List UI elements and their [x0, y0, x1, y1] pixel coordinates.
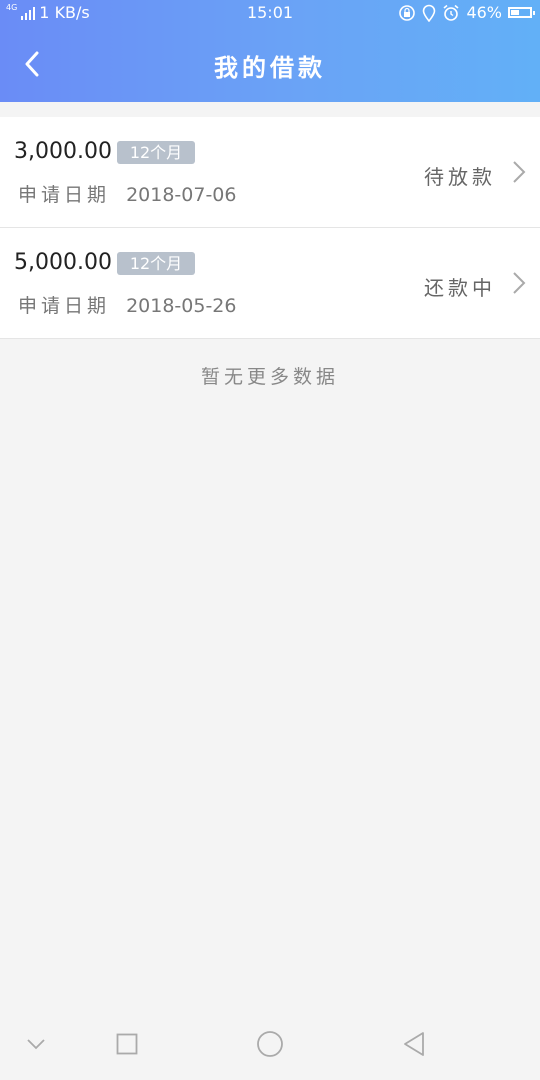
loan-status: 还款中: [424, 276, 496, 300]
app-header: 4G 1 KB/s 15:01 46% 我的借款: [0, 0, 540, 102]
battery-percent: 46%: [466, 3, 502, 22]
loan-status: 待放款: [424, 165, 496, 189]
location-icon: [423, 4, 436, 22]
nav-home-button[interactable]: [254, 1028, 286, 1060]
square-icon: [116, 1033, 138, 1055]
apply-date-row: 申请日期 2018-07-06: [18, 180, 236, 207]
chevron-right-icon: [513, 272, 526, 294]
apply-date-label: 申请日期: [18, 295, 111, 317]
term-badge: 12个月: [117, 252, 195, 275]
term-badge: 12个月: [117, 141, 195, 164]
status-right: 46%: [398, 3, 535, 22]
apply-date-label: 申请日期: [18, 184, 111, 206]
battery-icon: [508, 7, 535, 18]
loan-amount: 3,000.00: [14, 139, 112, 164]
nav-collapse-button[interactable]: [20, 1028, 52, 1060]
alarm-icon: [443, 4, 459, 21]
loan-item[interactable]: 5,000.00 12个月 申请日期 2018-05-26 还款中: [0, 228, 540, 339]
triangle-back-icon: [404, 1032, 424, 1056]
lock-rotate-icon: [399, 4, 416, 21]
chevron-down-icon: [27, 1039, 45, 1050]
nav-back-button[interactable]: [398, 1028, 430, 1060]
loan-list: 3,000.00 12个月 申请日期 2018-07-06 待放款 5,000.…: [0, 117, 540, 339]
page-title: 我的借款: [214, 54, 326, 82]
no-more-data-text: 暂无更多数据: [200, 366, 339, 388]
loan-item[interactable]: 3,000.00 12个月 申请日期 2018-07-06 待放款: [0, 117, 540, 228]
chevron-right-icon: [513, 161, 526, 183]
apply-date-value: 2018-05-26: [126, 295, 237, 317]
apply-date-value: 2018-07-06: [126, 184, 237, 206]
status-bar: 4G 1 KB/s 15:01 46%: [0, 0, 540, 26]
apply-date-row: 申请日期 2018-05-26: [18, 291, 236, 318]
nav-recents-button[interactable]: [111, 1028, 143, 1060]
system-navbar: [0, 1008, 540, 1080]
loan-amount: 5,000.00: [14, 250, 112, 275]
battery-fill: [511, 10, 519, 15]
circle-icon: [257, 1031, 283, 1057]
